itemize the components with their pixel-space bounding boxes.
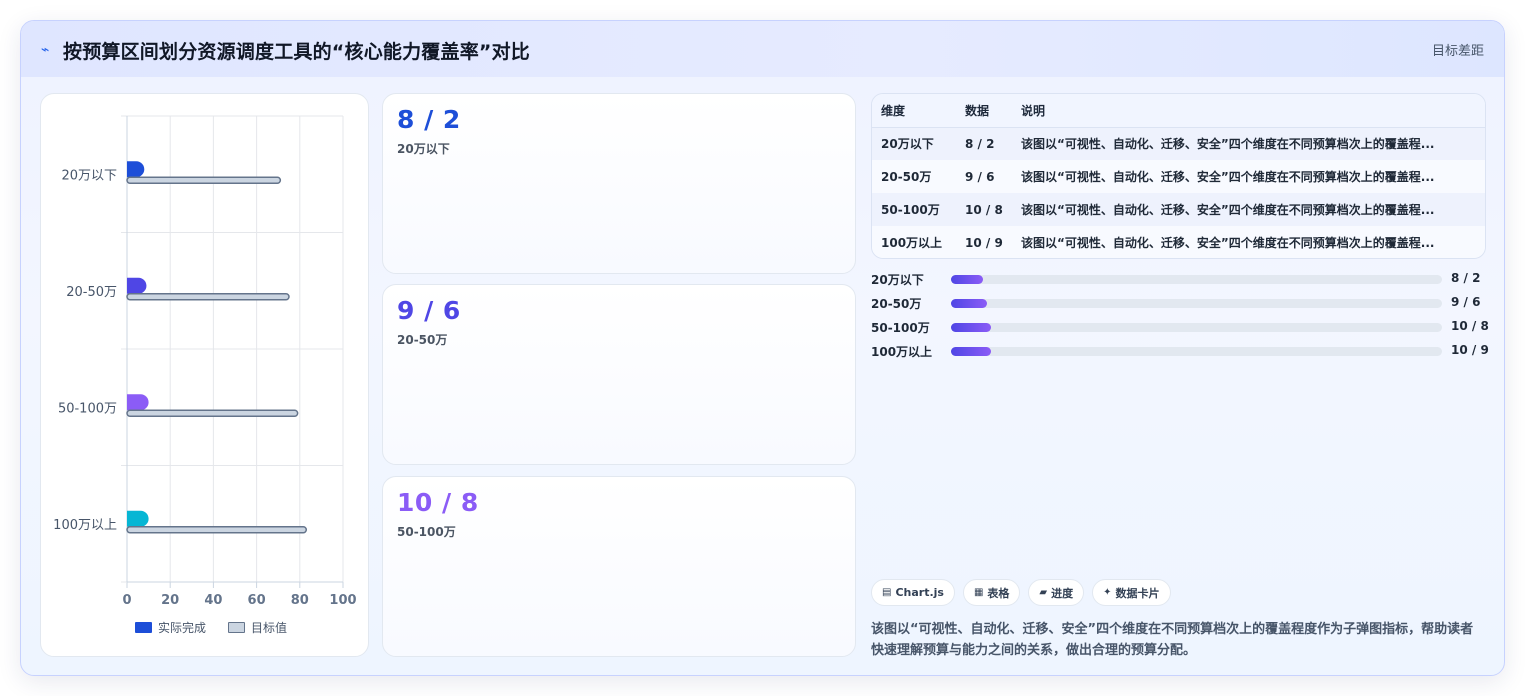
x-tick-label: 100 xyxy=(329,593,356,608)
table-icon: ▦ xyxy=(973,587,984,598)
legend-label-actual[interactable]: 实际完成 xyxy=(158,619,206,636)
x-tick-label: 40 xyxy=(204,593,222,608)
table-header-row: 维度 数据 说明 xyxy=(872,94,1485,128)
kpi-value: 9 / 6 xyxy=(397,296,461,325)
table-cell-description: 该图以“可视性、自动化、迁移、安全”四个维度在不同预算档次上的覆盖程... xyxy=(1012,127,1485,160)
table-cell-description: 该图以“可视性、自动化、迁移、安全”四个维度在不同预算档次上的覆盖程... xyxy=(1012,193,1485,226)
table-cell-data: 10 / 8 xyxy=(956,193,1012,226)
sparkle-icon: ✦ xyxy=(1103,587,1112,598)
y-category-label: 50-100万 xyxy=(58,401,117,416)
progress-row: 100万以上 10 / 9 xyxy=(871,343,1491,367)
bar-actual xyxy=(127,277,147,294)
table-cell-data: 8 / 2 xyxy=(956,127,1012,160)
kpi-label: 20-50万 xyxy=(397,333,448,347)
y-category-label: 20-50万 xyxy=(66,285,117,300)
table-cell-dimension: 50-100万 xyxy=(872,193,956,226)
tag-chartjs[interactable]: ▤ Chart.js xyxy=(871,579,955,606)
progress-fill xyxy=(951,299,988,308)
tag-label: Chart.js xyxy=(895,586,944,599)
bar-actual xyxy=(127,394,149,411)
table-cell-description: 该图以“可视性、自动化、迁移、安全”四个维度在不同预算档次上的覆盖程... xyxy=(1012,226,1485,258)
progress-fill xyxy=(951,323,992,332)
x-tick-label: 0 xyxy=(122,593,131,608)
table-row[interactable]: 50-100万 10 / 8 该图以“可视性、自动化、迁移、安全”四个维度在不同… xyxy=(872,193,1485,226)
progress-label: 20万以下 xyxy=(871,273,924,287)
tag-label: 表格 xyxy=(987,586,1010,600)
progress-track xyxy=(951,299,1442,308)
y-category-label: 20万以下 xyxy=(61,168,117,183)
table-header-dimension: 维度 xyxy=(872,94,956,128)
dashboard-frame: ⌁ 按预算区间划分资源调度工具的“核心能力覆盖率”对比 目标差距 0 20 40 60… xyxy=(20,20,1505,676)
progress-list: 20万以下 8 / 2 20-50万 9 / 6 50-100万 10 / 8 … xyxy=(871,271,1491,367)
progress-fill xyxy=(951,275,984,284)
progress-row: 20万以下 8 / 2 xyxy=(871,271,1491,295)
progress-value: 10 / 8 xyxy=(1451,319,1489,333)
kpi-value: 10 / 8 xyxy=(397,488,479,517)
progress-track xyxy=(951,323,1442,332)
progress-value: 8 / 2 xyxy=(1451,271,1481,285)
progress-row: 50-100万 10 / 8 xyxy=(871,319,1491,343)
chart-icon: ▤ xyxy=(882,587,892,598)
legend-swatch-target[interactable] xyxy=(228,622,246,633)
bar-target xyxy=(126,409,299,417)
x-tick-label: 80 xyxy=(291,593,309,608)
target-gap-label[interactable]: 目标差距 xyxy=(1432,40,1484,59)
bar-target xyxy=(126,293,290,301)
view-tags: ▤ Chart.js ▦ 表格 ▰ 进度 ✦ 数据卡片 xyxy=(871,579,1171,606)
progress-label: 50-100万 xyxy=(871,321,930,335)
kpi-card: 10 / 8 50-100万 xyxy=(382,476,856,657)
kpi-card: 9 / 6 20-50万 xyxy=(382,284,856,465)
progress-value: 10 / 9 xyxy=(1451,343,1489,357)
tag-progress[interactable]: ▰ 进度 xyxy=(1028,579,1085,606)
progress-row: 20-50万 9 / 6 xyxy=(871,295,1491,319)
table-cell-dimension: 20万以下 xyxy=(872,127,956,160)
progress-icon: ▰ xyxy=(1039,587,1048,598)
kpi-label: 50-100万 xyxy=(397,525,456,539)
tag-label: 进度 xyxy=(1051,586,1074,600)
x-tick-label: 60 xyxy=(248,593,266,608)
progress-fill xyxy=(951,347,992,356)
table-cell-description: 该图以“可视性、自动化、迁移、安全”四个维度在不同预算档次上的覆盖程... xyxy=(1012,160,1485,193)
tag-label: 数据卡片 xyxy=(1115,586,1160,600)
table-row[interactable]: 100万以上 10 / 9 该图以“可视性、自动化、迁移、安全”四个维度在不同预… xyxy=(872,226,1485,258)
legend-swatch-actual[interactable] xyxy=(135,622,152,633)
table-header-description: 说明 xyxy=(1012,94,1485,128)
page-title: 按预算区间划分资源调度工具的“核心能力覆盖率”对比 xyxy=(63,41,530,63)
chart-legend: 实际完成 目标值 xyxy=(135,619,287,636)
tag-table[interactable]: ▦ 表格 xyxy=(962,579,1021,606)
kpi-value: 8 / 2 xyxy=(397,105,461,134)
table-row[interactable]: 20-50万 9 / 6 该图以“可视性、自动化、迁移、安全”四个维度在不同预算… xyxy=(872,160,1485,193)
progress-label: 20-50万 xyxy=(871,297,922,311)
kpi-card: 8 / 2 20万以下 xyxy=(382,93,856,274)
description-text: 该图以“可视性、自动化、迁移、安全”四个维度在不同预算档次上的覆盖程度作为子弹图… xyxy=(871,622,1474,658)
kpi-label: 20万以下 xyxy=(397,142,450,156)
table-cell-dimension: 100万以上 xyxy=(872,226,956,258)
data-table: 维度 数据 说明 20万以下 8 / 2 该图以“可视性、自动化、迁移、安全”四… xyxy=(871,93,1486,259)
header: ⌁ 按预算区间划分资源调度工具的“核心能力覆盖率”对比 目标差距 xyxy=(21,21,1504,77)
bar-actual xyxy=(127,510,149,527)
bar-actual xyxy=(127,161,145,178)
table-cell-data: 9 / 6 xyxy=(956,160,1012,193)
table-cell-dimension: 20-50万 xyxy=(872,160,956,193)
tag-data-cards[interactable]: ✦ 数据卡片 xyxy=(1092,579,1171,606)
table-row[interactable]: 20万以下 8 / 2 该图以“可视性、自动化、迁移、安全”四个维度在不同预算档… xyxy=(872,127,1485,160)
table-cell-data: 10 / 9 xyxy=(956,226,1012,258)
bar-target xyxy=(126,176,282,184)
bullet-chart-card: 0 20 40 60 80 100 20万以下 20-50万 50-100万 100万以上 实际完… xyxy=(40,93,369,657)
progress-track xyxy=(951,347,1442,356)
y-category-label: 100万以上 xyxy=(53,518,117,533)
sparkline-icon: ⌁ xyxy=(41,42,50,58)
x-tick-label: 20 xyxy=(161,593,179,608)
progress-track xyxy=(951,275,1442,284)
bullet-chart: 0 20 40 60 80 100 20万以下 20-50万 50-100万 100万以上 xyxy=(53,115,357,608)
bar-target xyxy=(126,526,308,534)
progress-label: 100万以上 xyxy=(871,345,933,359)
table-header-data: 数据 xyxy=(956,94,1012,128)
legend-label-target[interactable]: 目标值 xyxy=(251,619,287,636)
progress-value: 9 / 6 xyxy=(1451,295,1481,309)
